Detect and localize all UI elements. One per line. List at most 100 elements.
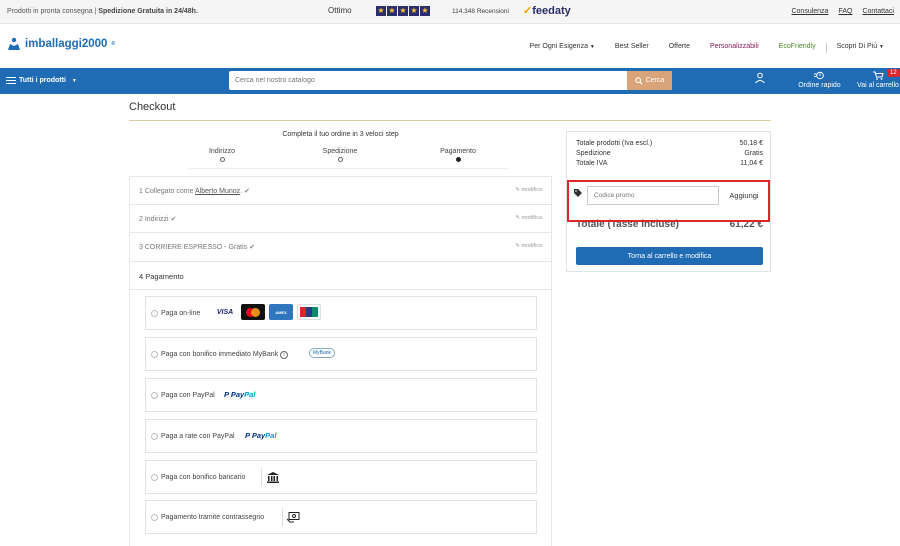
payment-mybank[interactable]: Paga con bonifico immediato MyBank i MyB… xyxy=(145,337,537,371)
modify-login-link[interactable]: ✎ modifica xyxy=(515,187,542,193)
nav-personalizzabili[interactable]: Personalizzabili xyxy=(700,43,769,53)
main-header: imballaggi2000 ® Per Ogni Esigenza ▼ Best… xyxy=(0,24,900,68)
payment-label: Paga con bonifico bancario xyxy=(161,474,246,481)
nav-per-ogni-esigenza[interactable]: Per Ogni Esigenza ▼ xyxy=(520,43,605,53)
feedaty-text: feedaty xyxy=(532,5,571,17)
section-addresses: 2 Indirizzi ✔ ✎ modifica xyxy=(129,204,552,233)
chevron-down-icon: ▼ xyxy=(71,77,77,84)
contattaci-link[interactable]: Contattaci xyxy=(862,8,894,15)
section-shipping: 3 CORRIERE ESPRESSO - Gratis ✔ ✎ modific… xyxy=(129,232,552,261)
page-title: Checkout xyxy=(129,101,176,113)
modify-shipping-link[interactable]: ✎ modifica xyxy=(515,243,542,249)
search-button-label: Cerca xyxy=(645,77,665,84)
radio-button[interactable] xyxy=(151,392,158,399)
nav-label: Scopri Di Più xyxy=(836,43,878,50)
nav-best-seller[interactable]: Best Seller xyxy=(605,43,659,53)
summary-value: 11,04 € xyxy=(740,160,763,167)
summary-value: 50,18 € xyxy=(739,140,763,147)
paypal-icon: P PayPal xyxy=(245,431,276,440)
quick-order-label: Ordine rapido xyxy=(798,82,841,89)
radio-button[interactable] xyxy=(151,433,158,440)
radio-button[interactable] xyxy=(151,310,158,317)
payment-paypal-installments[interactable]: Paga a rate con PayPal P PayPal xyxy=(145,419,537,453)
paypal-logo-wrap: P PayPal xyxy=(245,431,276,440)
search-input[interactable] xyxy=(229,71,627,90)
paypal-text-b: Pal xyxy=(265,431,277,440)
step-pagamento[interactable]: Pagamento xyxy=(428,148,488,162)
step-indirizzo[interactable]: Indirizzo xyxy=(192,148,252,162)
info-icon[interactable]: i xyxy=(280,351,289,359)
modify-addresses-link[interactable]: ✎ modifica xyxy=(515,215,542,221)
summary-label: Totale prodotti (Iva escl.) xyxy=(576,140,653,147)
shipping-info: Prodotti in pronta consegna | Spedizione… xyxy=(7,8,198,15)
tag-icon xyxy=(574,189,582,197)
nav-scopri-di-piu[interactable]: Scopri Di Più ▼ xyxy=(827,43,894,53)
check-icon: ✔ xyxy=(170,216,177,223)
step-label: Spedizione xyxy=(322,148,358,155)
hamburger-icon xyxy=(6,77,16,84)
site-logo[interactable]: imballaggi2000 ® xyxy=(7,37,115,51)
paypal-p-icon: P xyxy=(224,390,231,399)
cash-delivery-icon xyxy=(282,508,304,526)
chevron-down-icon: ▼ xyxy=(589,44,595,50)
cod-icon-wrap xyxy=(282,508,304,526)
section-login-text: 1 Collegato come Alberto Munoz. ✔ xyxy=(139,187,250,195)
summary-label: Spedizione xyxy=(576,150,611,157)
radio-button[interactable] xyxy=(151,514,158,521)
nav-offerte[interactable]: Offerte xyxy=(659,43,700,53)
faq-link[interactable]: FAQ xyxy=(838,8,852,15)
feedaty-logo[interactable]: ✓feedaty xyxy=(523,4,571,17)
mastercard-icon xyxy=(241,304,265,320)
main-nav: Per Ogni Esigenza ▼ Best Seller Offerte … xyxy=(520,43,894,53)
modify-label: modifica xyxy=(521,243,542,249)
search-box: Cerca xyxy=(229,71,672,90)
payment-label: Paga con bonifico immediato MyBank xyxy=(161,351,279,358)
all-products-menu[interactable]: Tutti i prodotti ▼ xyxy=(6,77,77,84)
summary-row-shipping: Spedizione Gratis xyxy=(576,150,763,157)
logo-icon xyxy=(8,37,20,50)
cart-icon xyxy=(872,71,884,80)
summary-value: Gratis xyxy=(744,150,763,157)
step-spedizione[interactable]: Spedizione xyxy=(310,148,370,162)
summary-row-vat: Totale IVA 11,04 € xyxy=(576,160,763,167)
payment-paypal[interactable]: Paga con PayPal P PayPal xyxy=(145,378,537,412)
title-divider xyxy=(129,120,771,121)
section-login-suffix: . xyxy=(240,188,243,195)
consulenza-link[interactable]: Consulenza xyxy=(791,8,828,15)
nav-ecofriendly[interactable]: EcoFriendly xyxy=(769,43,826,53)
payment-online[interactable]: Paga on-line VISA AMEX xyxy=(145,296,537,330)
pencil-icon: ✎ xyxy=(515,243,520,249)
paypal-text-a: Pay xyxy=(230,390,245,399)
back-to-cart-button[interactable]: Torna al carrello e modifica xyxy=(576,247,763,265)
user-name-link[interactable]: Alberto Munoz xyxy=(195,188,240,195)
payment-label: Pagamento tramite contrassegno xyxy=(161,514,265,521)
step-label: Pagamento xyxy=(440,148,476,155)
star-icon: ★ xyxy=(420,6,430,16)
user-icon[interactable] xyxy=(754,72,766,84)
checkout-steps: Completa il tuo ordine in 3 veloci step … xyxy=(129,128,552,170)
reviews-count[interactable]: 114.348 Recensioni xyxy=(452,8,509,15)
payment-bank-transfer[interactable]: Paga con bonifico bancario xyxy=(145,460,537,494)
radio-button[interactable] xyxy=(151,474,158,481)
radio-button[interactable] xyxy=(151,351,158,358)
unionpay-icon xyxy=(297,304,321,320)
rating-stars: ★ ★ ★ ★ ★ xyxy=(376,6,430,16)
check-icon: ✔ xyxy=(244,188,250,195)
search-icon xyxy=(634,76,643,85)
check-icon: ✓ xyxy=(523,5,533,17)
payment-cash-on-delivery[interactable]: Pagamento tramite contrassegno xyxy=(145,500,537,534)
star-icon: ★ xyxy=(387,6,397,16)
logo-text: imballaggi2000 xyxy=(25,38,108,50)
quick-order-button[interactable]: Ordine rapido xyxy=(797,71,842,89)
check-icon: ✔ xyxy=(249,244,255,251)
paypal-logo-wrap: P PayPal xyxy=(224,390,255,399)
paypal-icon: P PayPal xyxy=(224,390,255,399)
promo-code-input[interactable] xyxy=(587,186,719,205)
search-button[interactable]: Cerca xyxy=(627,71,672,90)
star-icon: ★ xyxy=(398,6,408,16)
add-promo-button[interactable]: Aggiungi xyxy=(724,186,764,205)
section-addresses-text: 2 Indirizzi ✔ xyxy=(139,215,176,223)
rating-word: Ottimo xyxy=(328,6,352,15)
paypal-p-icon: P xyxy=(245,431,252,440)
steps-divider xyxy=(189,168,509,169)
